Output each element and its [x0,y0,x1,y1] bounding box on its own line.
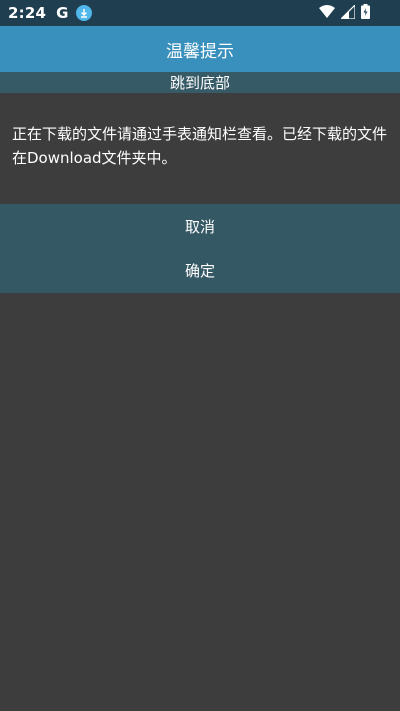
jump-to-bottom-button[interactable]: 跳到底部 [0,72,400,93]
cancel-label: 取消 [184,217,215,236]
cancel-button[interactable]: 取消 [0,204,400,248]
dialog-message: 正在下载的文件请通过手表通知栏查看。已经下载的文件在Download文件夹中。 [0,93,400,204]
google-icon: G [56,4,69,22]
dialog-title: 温馨提示 [166,41,234,62]
download-notification-icon [76,5,93,21]
signal-icon [339,3,356,23]
status-time: 2:24 [8,4,47,22]
jump-to-bottom-label: 跳到底部 [169,74,230,92]
dialog-message-text: 正在下载的文件请通过手表通知栏查看。已经下载的文件在Download文件夹中。 [12,125,388,167]
status-bar: 2:24 G [0,0,400,26]
confirm-label: 确定 [184,261,215,280]
dialog-title-bar: 温馨提示 [0,26,400,72]
wifi-icon [319,4,335,23]
confirm-button[interactable]: 确定 [0,248,400,292]
battery-icon [361,3,370,23]
dialog-buttons: 取消 确定 [0,204,400,293]
status-icons [319,3,370,23]
